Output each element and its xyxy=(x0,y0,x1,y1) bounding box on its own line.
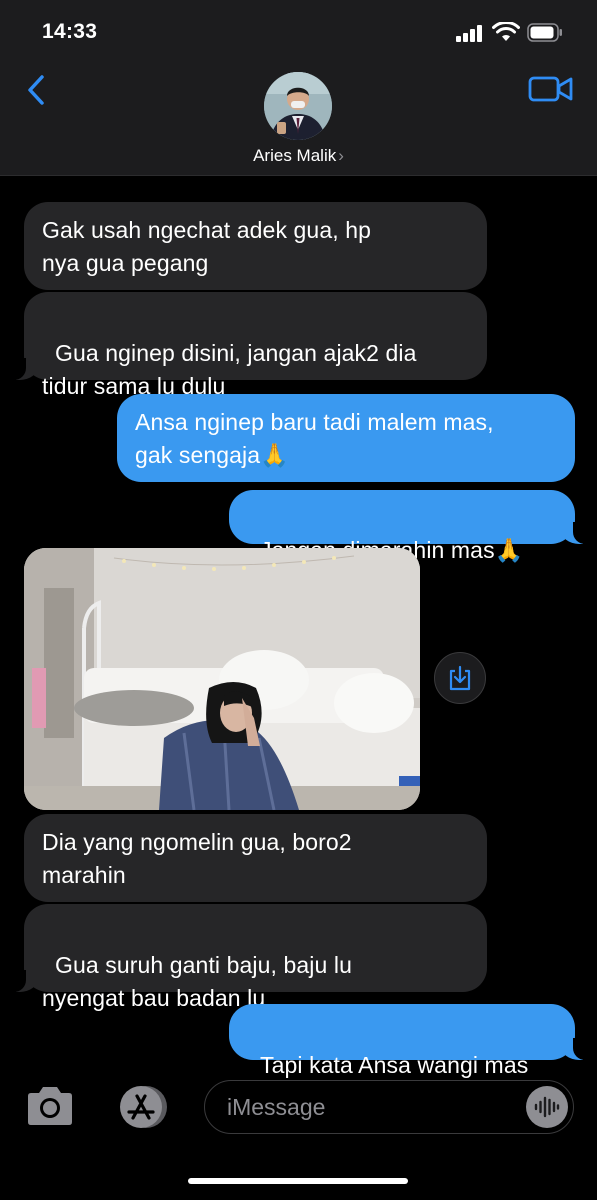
save-photo-button[interactable] xyxy=(434,652,486,704)
audio-waveform-icon xyxy=(534,1096,560,1118)
imessage-input[interactable]: iMessage xyxy=(204,1080,574,1134)
message-text: Gua suruh ganti baju, baju lu nyengat ba… xyxy=(42,952,352,1011)
download-icon xyxy=(449,665,471,691)
battery-icon xyxy=(527,23,562,42)
message-bubble-incoming[interactable]: Gua suruh ganti baju, baju lu nyengat ba… xyxy=(12,904,487,1011)
message-bubble-incoming[interactable]: Gua nginep disini, jangan ajak2 dia tidu… xyxy=(12,292,487,399)
input-placeholder: iMessage xyxy=(227,1094,326,1120)
message-text: Tapi kata Ansa wangi mas xyxy=(259,1052,529,1078)
chat-header: 14:33 Aries Malik › xyxy=(0,0,597,176)
photo-attachment[interactable] xyxy=(24,548,420,810)
message-bubble-outgoing[interactable]: Jangan dimarahin mas🙏 xyxy=(229,490,587,563)
cellular-signal-icon xyxy=(456,24,486,42)
status-time: 14:33 xyxy=(42,20,98,43)
contact-name-button[interactable]: Aries Malik › xyxy=(0,146,597,166)
status-bar: 14:33 xyxy=(0,0,597,66)
back-button[interactable] xyxy=(18,66,54,114)
chevron-left-icon xyxy=(28,75,44,105)
home-indicator[interactable] xyxy=(188,1178,408,1184)
wifi-icon xyxy=(492,22,520,41)
message-bubble-outgoing[interactable]: Tapi kata Ansa wangi mas xyxy=(229,1004,587,1078)
message-bubble-incoming[interactable]: Gak usah ngechat adek gua, hp nya gua pe… xyxy=(24,202,487,290)
video-camera-icon[interactable] xyxy=(528,72,574,106)
chevron-right-icon: › xyxy=(338,146,344,165)
contact-avatar[interactable] xyxy=(264,72,332,140)
message-text: Gua nginep disini, jangan ajak2 dia tidu… xyxy=(42,340,417,399)
audio-record-button[interactable] xyxy=(526,1086,568,1128)
camera-icon[interactable] xyxy=(24,1084,76,1128)
message-bubble-outgoing[interactable]: Ansa nginep baru tadi malem mas, gak sen… xyxy=(117,394,575,482)
app-store-icon[interactable] xyxy=(114,1084,170,1130)
contact-name: Aries Malik xyxy=(253,146,337,165)
message-bubble-incoming[interactable]: Dia yang ngomelin gua, boro2 marahin xyxy=(24,814,487,902)
